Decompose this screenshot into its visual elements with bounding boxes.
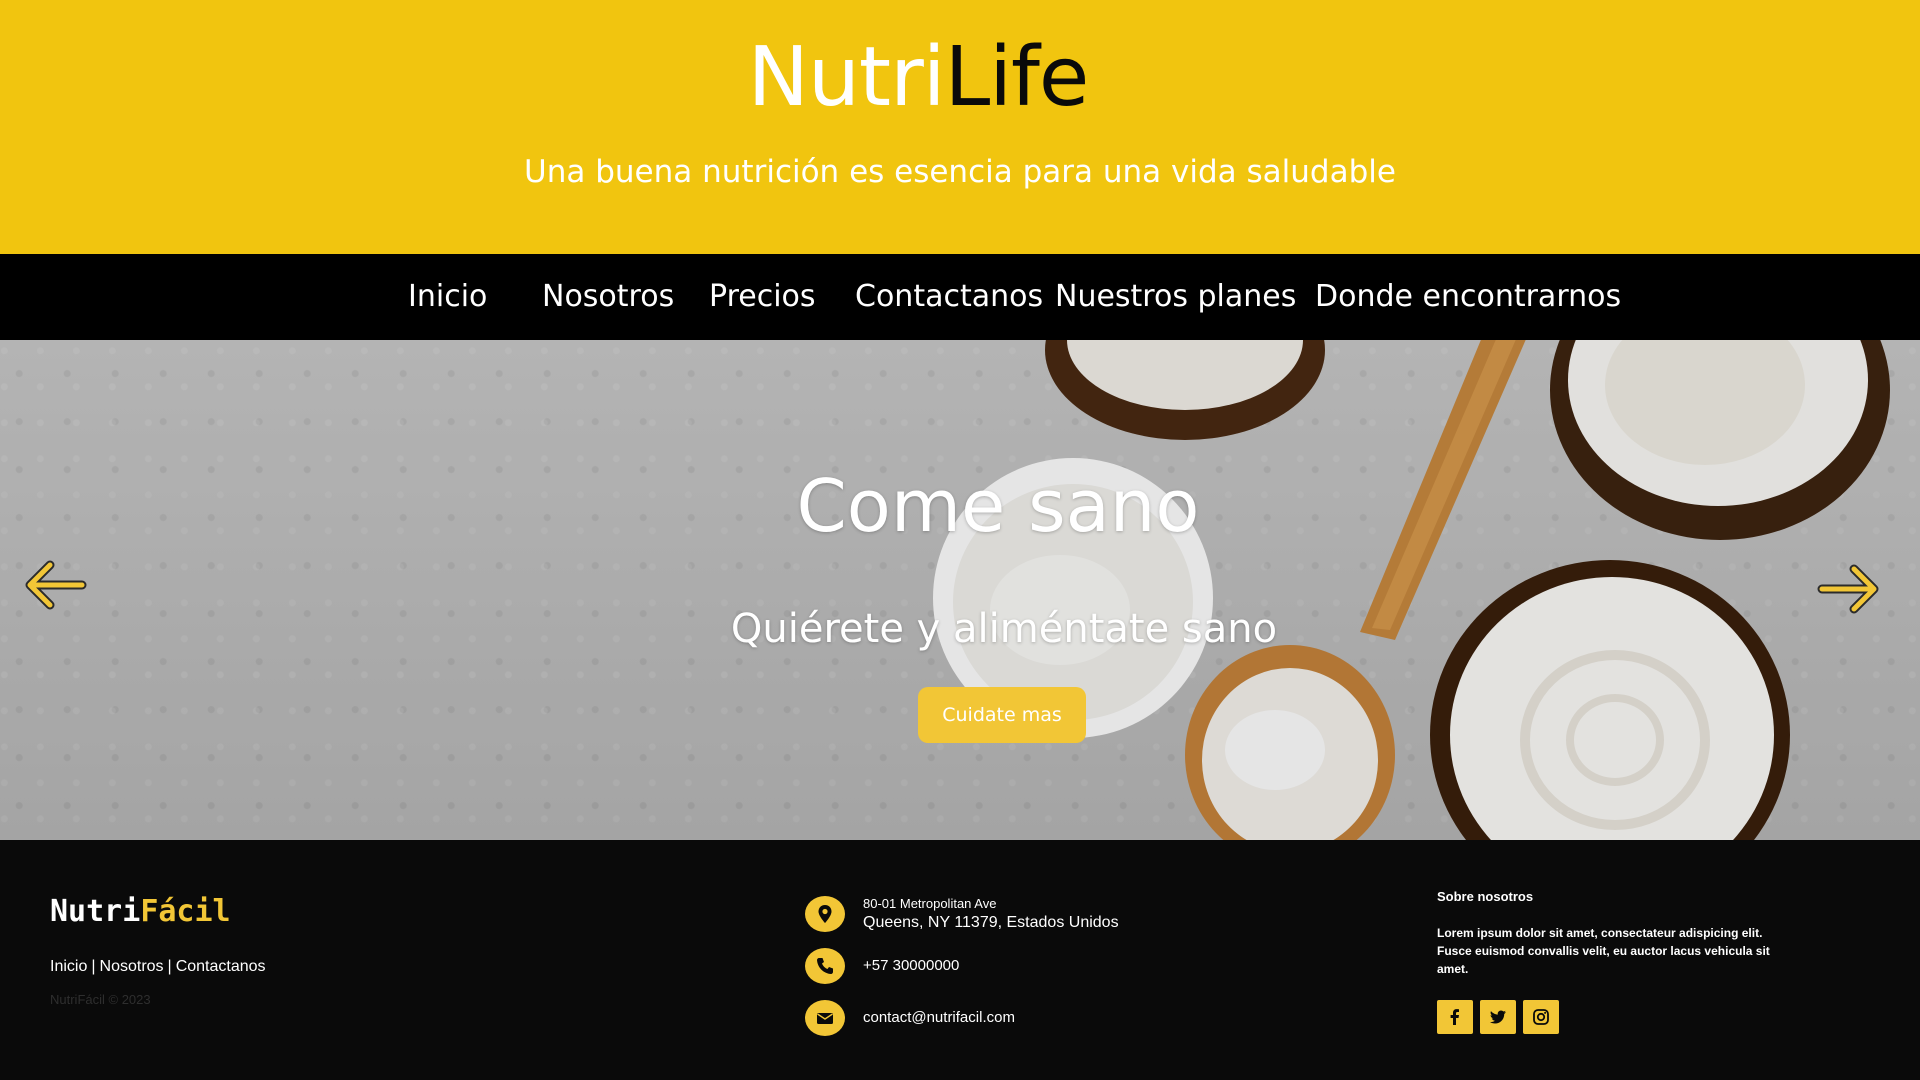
main-nav: Inicio Nosotros Precios Contactanos Nues… <box>0 254 1920 340</box>
brand-title: NutriLife <box>0 28 1836 128</box>
site-header: NutriLife Una buena nutrición es esencia… <box>0 0 1920 254</box>
contact-email: contact@nutrifacil.com <box>805 1000 1225 1040</box>
footer-link-separator: | <box>91 958 96 975</box>
hero-subtitle: Quiérete y aliméntate sano <box>730 606 1278 652</box>
instagram-icon <box>1533 1009 1549 1025</box>
footer-copyright: NutriFácil © 2023 <box>50 992 151 1007</box>
brand-title-part1: Nutri <box>747 30 946 125</box>
footer-links: Inicio | Nosotros | Contactanos <box>50 956 266 978</box>
nav-item-inicio[interactable]: Inicio <box>408 254 487 340</box>
facebook-icon <box>1450 1009 1459 1025</box>
nav-item-nosotros[interactable]: Nosotros <box>542 254 674 340</box>
hero-title: Come sano <box>796 464 1200 548</box>
footer-logo-part1: Nutri <box>50 894 141 929</box>
twitter-button[interactable] <box>1480 1000 1516 1034</box>
email-address[interactable]: contact@nutrifacil.com <box>863 1008 1015 1028</box>
hero-carousel: Come sano Quiérete y aliméntate sano Cui… <box>0 340 1920 840</box>
footer-link-separator: | <box>167 958 172 975</box>
nav-item-donde-encontrarnos[interactable]: Donde encontrarnos <box>1315 254 1621 340</box>
twitter-icon <box>1490 1010 1506 1024</box>
about-text: Lorem ipsum dolor sit amet, consectateur… <box>1437 926 1770 976</box>
footer-link-inicio[interactable]: Inicio <box>50 958 87 975</box>
hero-overlay <box>0 340 1920 840</box>
footer-logo-part2: Fácil <box>140 894 231 929</box>
facebook-button[interactable] <box>1437 1000 1473 1034</box>
tagline: Una buena nutrición es esencia para una … <box>524 154 1396 190</box>
footer-logo: NutriFácil <box>50 892 231 932</box>
envelope-icon <box>805 1000 845 1036</box>
contact-phone: +57 30000000 <box>805 948 1225 988</box>
arrow-left-icon <box>25 560 87 610</box>
address-line1: 80-01 Metropolitan Ave <box>863 896 997 911</box>
nav-item-precios[interactable]: Precios <box>709 254 816 340</box>
brand-title-part2: Life <box>944 30 1090 125</box>
cuidate-mas-button[interactable]: Cuidate mas <box>918 687 1086 743</box>
arrow-right-icon <box>1817 564 1879 614</box>
site-footer: NutriFácil Inicio | Nosotros | Contactanos N… <box>0 840 1920 1080</box>
instagram-button[interactable] <box>1523 1000 1559 1034</box>
nav-item-nuestros-planes[interactable]: Nuestros planes <box>1055 254 1296 340</box>
address-line2: Queens, NY 11379, Estados Unidos <box>863 914 1119 931</box>
footer-link-nosotros[interactable]: Nosotros <box>100 958 164 975</box>
footer-link-contactanos[interactable]: Contactanos <box>176 958 266 975</box>
nav-item-contactanos[interactable]: Contactanos <box>855 254 1043 340</box>
about-title: Sobre nosotros <box>1437 889 1534 904</box>
carousel-prev-button[interactable] <box>22 555 88 615</box>
carousel-next-button[interactable] <box>1816 559 1882 619</box>
map-pin-icon <box>805 896 845 932</box>
phone-number[interactable]: +57 30000000 <box>863 956 959 976</box>
phone-icon <box>805 948 845 984</box>
contact-address: 80-01 Metropolitan Ave Queens, NY 11379,… <box>805 896 1225 936</box>
